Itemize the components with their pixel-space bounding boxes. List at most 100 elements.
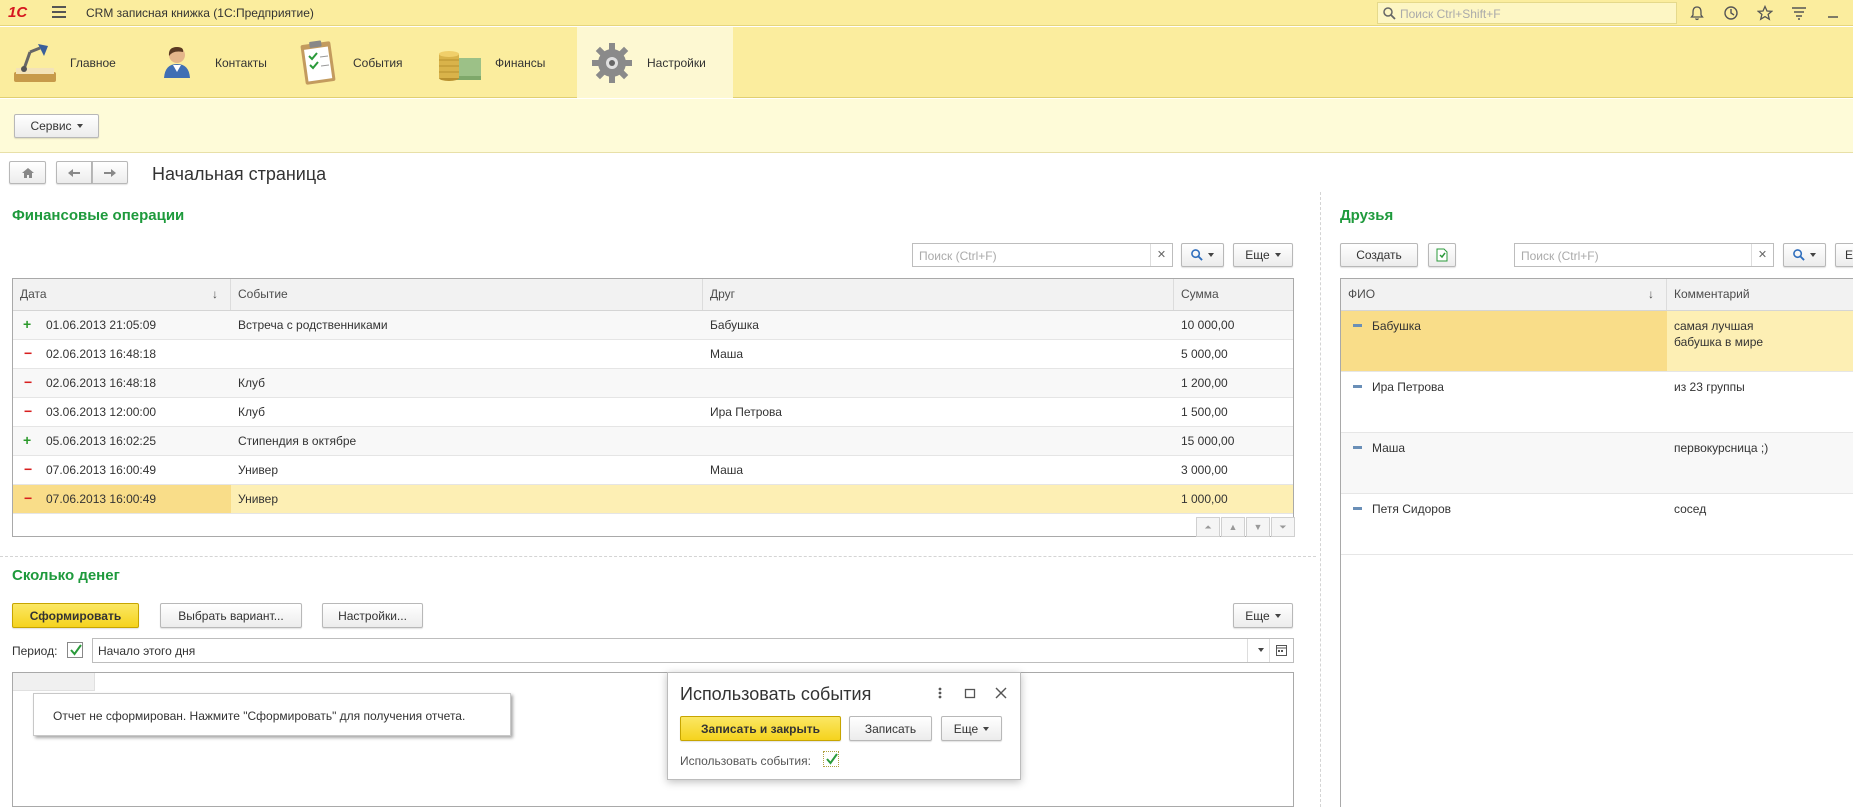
period-checkbox[interactable] — [67, 642, 83, 658]
maximize-icon[interactable] — [962, 684, 978, 702]
column-header-fio-label: ФИО — [1348, 287, 1376, 301]
dialog-title: Использовать события — [680, 684, 872, 704]
column-header-date[interactable]: Дата ↓ — [13, 279, 231, 310]
minimize-icon[interactable] — [1820, 0, 1846, 26]
table-row[interactable]: −02.06.2013 16:48:18 Маша 5 000,00 — [13, 340, 1293, 369]
friends-table: ФИО ↓ Комментарий Бабушка самая лучшая баб… — [1340, 278, 1853, 807]
friend-row[interactable]: Ира Петрова из 23 группы — [1341, 372, 1853, 433]
create-copy-button[interactable] — [1428, 243, 1456, 267]
create-friend-button[interactable]: Создать — [1340, 243, 1418, 267]
cell-fio: Ира Петрова — [1341, 372, 1667, 432]
friend-row[interactable]: Петя Сидоров сосед — [1341, 494, 1853, 555]
history-icon[interactable] — [1718, 0, 1744, 26]
column-header-event[interactable]: Событие — [231, 279, 703, 310]
sort-arrow-icon: ↓ — [212, 287, 218, 301]
finance-search-input[interactable]: Поиск (Ctrl+F) ✕ — [912, 243, 1173, 267]
table-row[interactable]: −03.06.2013 12:00:00 Клуб Ира Петрова 1 … — [13, 398, 1293, 427]
coins-icon — [435, 38, 485, 88]
chevron-down-icon — [1208, 253, 1214, 257]
generate-button[interactable]: Сформировать — [12, 603, 139, 628]
scroll-first-icon[interactable]: ⏶ — [1196, 517, 1220, 537]
cell-amount: 10 000,00 — [1181, 318, 1235, 332]
column-header-amount[interactable]: Сумма — [1174, 279, 1293, 310]
main-menu-icon[interactable] — [52, 6, 66, 18]
calendar-icon[interactable] — [1269, 639, 1293, 662]
friend-row[interactable]: Маша первокурсница ;) — [1341, 433, 1853, 494]
friend-row-selected[interactable]: Бабушка самая лучшая бабушка в мире — [1341, 311, 1853, 372]
cell-date: +01.06.2013 21:05:09 — [13, 311, 231, 339]
cell-friend — [703, 427, 1174, 455]
cell-fio: Петя Сидоров — [1341, 494, 1667, 554]
service-button[interactable]: Сервис — [14, 114, 99, 138]
app-title: CRM записная книжка (1С:Предприятие) — [86, 6, 314, 20]
cell-event: Клуб — [238, 376, 265, 390]
scroll-up-icon[interactable]: ▲ — [1221, 517, 1245, 537]
item-marker-icon — [1353, 507, 1362, 510]
chevron-down-icon — [983, 726, 990, 731]
scroll-last-icon[interactable]: ⏷ — [1271, 517, 1295, 537]
save-button[interactable]: Записать — [849, 716, 932, 741]
friends-search-button[interactable] — [1783, 243, 1826, 267]
home-icon — [21, 167, 34, 178]
home-button[interactable] — [9, 161, 46, 184]
money-more-button[interactable]: Еще — [1233, 603, 1293, 628]
dialog-more-label: Еще — [953, 721, 979, 736]
table-row-selected[interactable]: −07.06.2013 16:00:49 Универ 1 000,00 — [13, 485, 1293, 514]
use-events-checkbox[interactable] — [823, 751, 839, 767]
vertical-splitter[interactable] — [1320, 192, 1321, 807]
choose-variant-button[interactable]: Выбрать вариант... — [160, 603, 302, 628]
cell-date: −02.06.2013 16:48:18 — [13, 340, 231, 368]
section-main-label: Главное — [70, 55, 116, 70]
back-button[interactable] — [56, 161, 92, 184]
finance-more-button[interactable]: Еще — [1233, 243, 1293, 267]
1c-logo: 1С — [8, 4, 28, 21]
section-events[interactable]: События — [283, 27, 425, 98]
cell-comment: самая лучшая бабушка в мире — [1674, 319, 1764, 349]
global-search-input[interactable]: Поиск Ctrl+Shift+F — [1377, 2, 1677, 24]
cell-comment: первокурсница ;) — [1674, 441, 1769, 455]
cell-event: Стипендия в октябре — [238, 434, 357, 448]
finance-section-title: Финансовые операции — [12, 207, 185, 224]
use-events-label: Использовать события: — [680, 754, 811, 768]
section-contacts-label: Контакты — [215, 55, 267, 70]
cell-date: −02.06.2013 16:48:18 — [13, 369, 231, 397]
finance-search-button[interactable] — [1181, 243, 1224, 267]
friends-search-input[interactable]: Поиск (Ctrl+F) ✕ — [1514, 243, 1774, 267]
cell-date: −07.06.2013 16:00:49 — [13, 485, 231, 513]
table-row[interactable]: +01.06.2013 21:05:09 Встреча с родственн… — [13, 311, 1293, 340]
cell-comment: из 23 группы — [1674, 380, 1745, 394]
period-label: Период: — [12, 644, 58, 658]
table-row[interactable]: −07.06.2013 16:00:49 Универ Маша 3 000,0… — [13, 456, 1293, 485]
clear-icon[interactable]: ✕ — [1150, 244, 1172, 266]
period-dropdown[interactable] — [1247, 639, 1269, 662]
report-settings-button[interactable]: Настройки... — [322, 603, 423, 628]
cell-amount: 15 000,00 — [1181, 434, 1235, 448]
cell-amount: 1 000,00 — [1181, 492, 1228, 506]
forward-button[interactable] — [92, 161, 128, 184]
column-header-friend[interactable]: Друг — [703, 279, 1174, 310]
clear-icon[interactable]: ✕ — [1751, 244, 1773, 266]
star-icon[interactable] — [1752, 0, 1778, 26]
bell-icon[interactable] — [1684, 0, 1710, 26]
sort-arrow-icon: ↓ — [1648, 287, 1654, 301]
section-main[interactable]: Главное — [0, 27, 145, 98]
column-header-comment[interactable]: Комментарий — [1667, 279, 1853, 310]
search-icon — [1383, 7, 1396, 20]
table-row[interactable]: +05.06.2013 16:02:25 Стипендия в октябре… — [13, 427, 1293, 456]
more-actions-icon[interactable] — [932, 684, 948, 702]
section-settings[interactable]: Настройки — [577, 27, 733, 98]
scroll-down-icon[interactable]: ▼ — [1246, 517, 1270, 537]
section-finance[interactable]: Финансы — [425, 27, 577, 98]
table-row[interactable]: −02.06.2013 16:48:18 Клуб 1 200,00 — [13, 369, 1293, 398]
period-field[interactable]: Начало этого дня — [92, 638, 1294, 663]
friends-more-button[interactable]: Е — [1835, 243, 1853, 267]
horizontal-splitter[interactable] — [0, 556, 1316, 557]
save-and-close-button[interactable]: Записать и закрыть — [680, 716, 841, 741]
report-message-box: Отчет не сформирован. Нажмите "Сформиров… — [33, 693, 511, 736]
dialog-more-button[interactable]: Еще — [941, 716, 1002, 741]
section-contacts[interactable]: Контакты — [145, 27, 283, 98]
column-header-fio[interactable]: ФИО ↓ — [1341, 279, 1667, 310]
item-marker-icon — [1353, 385, 1362, 388]
menu-lines-icon[interactable] — [1786, 0, 1812, 26]
close-icon[interactable] — [993, 684, 1009, 702]
